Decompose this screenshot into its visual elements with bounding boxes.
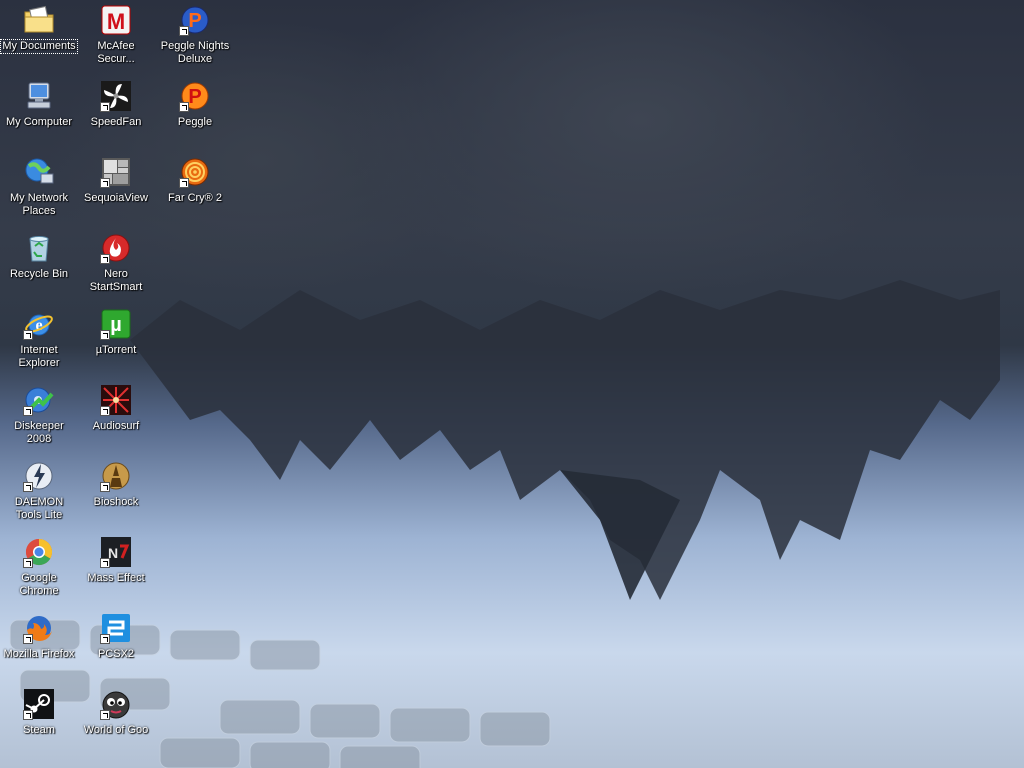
icon-label: Google Chrome	[19, 572, 59, 597]
shortcut-arrow-icon	[23, 330, 33, 340]
desktop-icon-sequoiaview[interactable]: SequoiaView	[78, 154, 154, 228]
icon-label: Peggle	[177, 116, 213, 128]
shortcut-arrow-icon	[100, 102, 110, 112]
mcafee-icon: M	[100, 4, 132, 36]
icon-label: World of Goo	[83, 724, 149, 736]
shortcut-arrow-icon	[179, 102, 189, 112]
desktop-icon-audiosurf[interactable]: Audiosurf	[78, 382, 154, 456]
network-places-icon	[23, 156, 55, 188]
audiosurf-icon	[100, 384, 132, 416]
icon-label: Steam	[23, 724, 55, 736]
nero-icon	[100, 232, 132, 264]
desktop-icon-peggle[interactable]: P Peggle	[157, 78, 233, 152]
daemon-tools-icon	[23, 460, 55, 492]
firefox-icon	[23, 612, 55, 644]
shortcut-arrow-icon	[100, 634, 110, 644]
icon-label: Mass Effect	[87, 572, 145, 584]
shortcut-arrow-icon	[100, 482, 110, 492]
icon-label: SpeedFan	[90, 116, 142, 128]
shortcut-arrow-icon	[100, 406, 110, 416]
desktop-icon-my-computer[interactable]: My Computer	[1, 78, 77, 152]
folder-documents-icon	[23, 4, 55, 36]
desktop-icon-internet-explorer[interactable]: e Internet Explorer	[1, 306, 77, 380]
desktop-icon-peggle-nights-deluxe[interactable]: P Peggle Nights Deluxe	[157, 2, 233, 76]
icon-label: Recycle Bin	[9, 268, 69, 280]
desktop-icon-mcafee-security[interactable]: M McAfee Secur...	[78, 2, 154, 76]
farcry-icon	[179, 156, 211, 188]
shortcut-arrow-icon	[100, 178, 110, 188]
shortcut-arrow-icon	[100, 558, 110, 568]
fan-icon	[100, 80, 132, 112]
utorrent-icon: µ	[100, 308, 132, 340]
desktop-icon-mass-effect[interactable]: N Mass Effect	[78, 534, 154, 608]
desktop-icon-my-network-places[interactable]: My Network Places	[1, 154, 77, 228]
desktop-icon-daemon-tools-lite[interactable]: DAEMON Tools Lite	[1, 458, 77, 532]
icon-label: My Network Places	[9, 192, 69, 217]
icon-label: Diskeeper 2008	[14, 420, 64, 445]
shortcut-arrow-icon	[179, 178, 189, 188]
recycle-bin-icon	[23, 232, 55, 264]
icon-label: Far Cry® 2	[168, 192, 222, 204]
desktop-icon-bioshock[interactable]: Bioshock	[78, 458, 154, 532]
desktop[interactable]: My Documents My Computer My Network Plac…	[0, 0, 1024, 768]
icon-label: Nero StartSmart	[89, 268, 143, 293]
svg-text:P: P	[188, 10, 201, 32]
desktop-icon-nero-startsmart[interactable]: Nero StartSmart	[78, 230, 154, 304]
diskeeper-icon	[23, 384, 55, 416]
icon-label: Mozilla Firefox	[3, 648, 75, 660]
desktop-icon-my-documents[interactable]: My Documents	[0, 2, 78, 76]
shortcut-arrow-icon	[23, 558, 33, 568]
shortcut-arrow-icon	[179, 26, 189, 36]
icon-label: My Computer	[5, 116, 73, 128]
desktop-icon-recycle-bin[interactable]: Recycle Bin	[1, 230, 77, 304]
peggle-icon: P	[179, 80, 211, 112]
desktop-icon-google-chrome[interactable]: Google Chrome	[1, 534, 77, 608]
desktop-icon-pcsx2[interactable]: PCSX2	[78, 610, 154, 684]
svg-text:P: P	[188, 86, 201, 108]
icon-label: Audiosurf	[92, 420, 140, 432]
icon-label: McAfee Secur...	[97, 40, 135, 65]
peggle-nights-icon: P	[179, 4, 211, 36]
desktop-icon-far-cry-2[interactable]: Far Cry® 2	[157, 154, 233, 228]
icon-label: Bioshock	[93, 496, 139, 508]
icon-label: SequoiaView	[83, 192, 148, 204]
icon-label: Peggle Nights Deluxe	[160, 40, 230, 65]
shortcut-arrow-icon	[100, 710, 110, 720]
desktop-icon-speedfan[interactable]: SpeedFan	[78, 78, 154, 152]
shortcut-arrow-icon	[100, 330, 110, 340]
sequoiaview-icon	[100, 156, 132, 188]
bioshock-icon	[100, 460, 132, 492]
icon-label: PCSX2	[97, 648, 135, 660]
desktop-icon-utorrent[interactable]: µ µTorrent	[78, 306, 154, 380]
shortcut-arrow-icon	[23, 406, 33, 416]
icon-label: DAEMON Tools Lite	[14, 496, 64, 521]
internet-explorer-icon: e	[23, 308, 55, 340]
icon-label: µTorrent	[95, 344, 137, 356]
desktop-icon-diskeeper-2008[interactable]: Diskeeper 2008	[1, 382, 77, 456]
mass-effect-icon: N	[100, 536, 132, 568]
computer-icon	[23, 80, 55, 112]
desktop-icon-world-of-goo[interactable]: World of Goo	[78, 686, 154, 760]
shortcut-arrow-icon	[23, 710, 33, 720]
icon-label: My Documents	[0, 39, 78, 54]
steam-icon	[23, 688, 55, 720]
shortcut-arrow-icon	[100, 254, 110, 264]
desktop-icon-mozilla-firefox[interactable]: Mozilla Firefox	[1, 610, 77, 684]
svg-text:µ: µ	[110, 314, 122, 336]
shortcut-arrow-icon	[23, 482, 33, 492]
desktop-icon-steam[interactable]: Steam	[1, 686, 77, 760]
shortcut-arrow-icon	[23, 634, 33, 644]
pcsx2-icon	[100, 612, 132, 644]
svg-text:M: M	[107, 9, 125, 34]
chrome-icon	[23, 536, 55, 568]
world-of-goo-icon	[100, 688, 132, 720]
icon-label: Internet Explorer	[18, 344, 60, 369]
